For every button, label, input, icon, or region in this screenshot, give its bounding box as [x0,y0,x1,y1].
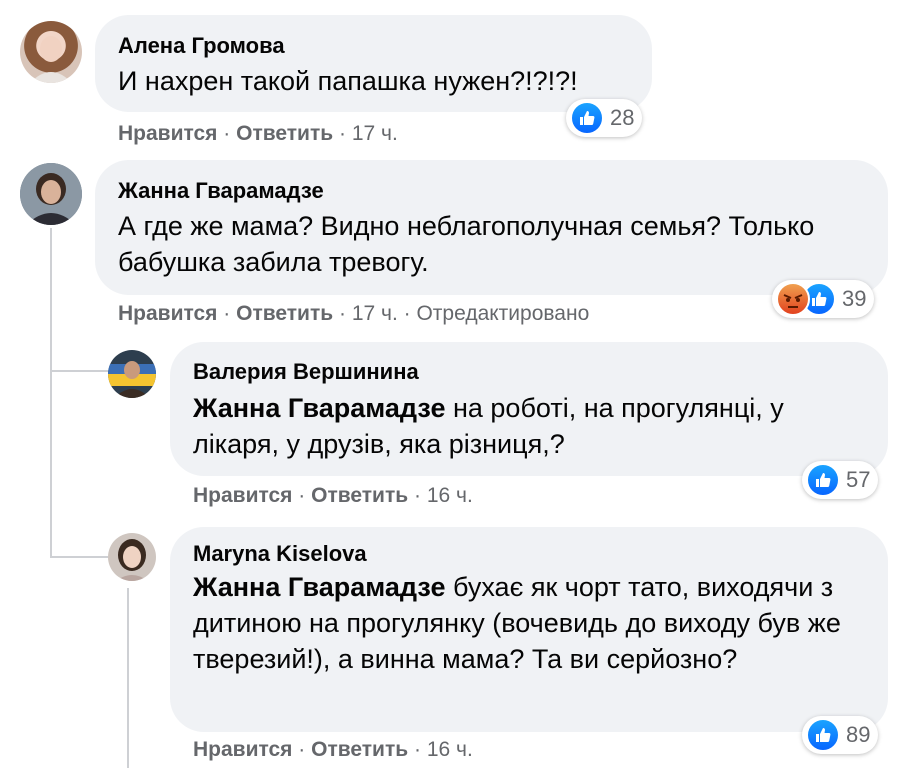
separator: · [292,484,312,507]
reply-author[interactable]: Валерия Вершинина [193,359,419,385]
thread-line [50,228,52,558]
like-link[interactable]: Нравится [193,738,292,761]
reply-actions: Нравится · Ответить · 16 ч. [193,484,473,508]
comment-author[interactable]: Жанна Гварамадзе [118,178,324,204]
separator: · [292,738,312,761]
angry-icon [776,282,810,316]
reply-link[interactable]: Ответить [311,484,408,507]
thread-branch [50,556,108,558]
reaction-count: 28 [610,105,635,130]
reaction-summary[interactable]: 39 [772,280,875,318]
mention-link[interactable]: Жанна Гварамадзе [193,572,445,602]
like-link[interactable]: Нравится [193,484,292,507]
avatar[interactable] [108,350,156,398]
reply-text: Жанна Гварамадзе бухає як чорт тато, вих… [193,569,873,677]
comment-text: И нахрен такой папашка нужен?!?!?! [118,66,578,96]
like-link[interactable]: Нравится [118,302,217,325]
like-icon [570,101,604,135]
reaction-summary[interactable]: 57 [802,461,879,499]
thread-branch [50,370,108,372]
separator: · [408,738,427,761]
separator: · [408,484,427,507]
thread-line [127,588,129,768]
timestamp[interactable]: 17 ч. [352,122,398,145]
timestamp[interactable]: 16 ч. [427,484,473,507]
avatar[interactable] [108,533,156,581]
reaction-summary[interactable]: 28 [566,99,643,137]
separator: · [397,302,417,325]
mention-link[interactable]: Жанна Гварамадзе [193,393,445,423]
reply-link[interactable]: Ответить [236,302,333,325]
separator: · [333,122,352,145]
comment-author[interactable]: Алена Громова [118,33,285,59]
avatar-image [20,163,82,225]
comment-text: А где же мама? Видно неблагополучная сем… [118,211,815,277]
edited-label[interactable]: Отредактировано [416,302,589,325]
avatar-image [30,36,72,83]
reaction-count: 57 [846,467,871,492]
reaction-count: 89 [846,722,871,747]
avatar-image [108,350,156,398]
avatar[interactable] [20,163,82,225]
separator: · [217,122,237,145]
comment-actions: Нравится · Ответить · 17 ч. · Отредактир… [118,302,589,326]
timestamp[interactable]: 16 ч. [427,738,473,761]
reply-actions: Нравится · Ответить · 16 ч. [193,738,473,762]
reaction-summary[interactable]: 89 [802,716,879,754]
avatar[interactable] [20,21,82,83]
avatar-image [108,533,156,581]
timestamp[interactable]: 17 ч. [352,302,398,325]
reply-link[interactable]: Ответить [236,122,333,145]
like-link[interactable]: Нравится [118,122,217,145]
separator: · [333,302,352,325]
reply-link[interactable]: Ответить [311,738,408,761]
reaction-count: 39 [842,286,867,311]
like-icon [806,463,840,497]
comment-actions: Нравится · Ответить · 17 ч. [118,122,398,146]
reply-text: Жанна Гварамадзе на роботі, на прогулянц… [193,390,863,462]
reply-author[interactable]: Maryna Kiselova [193,541,367,567]
like-icon [806,718,840,752]
separator: · [217,302,237,325]
